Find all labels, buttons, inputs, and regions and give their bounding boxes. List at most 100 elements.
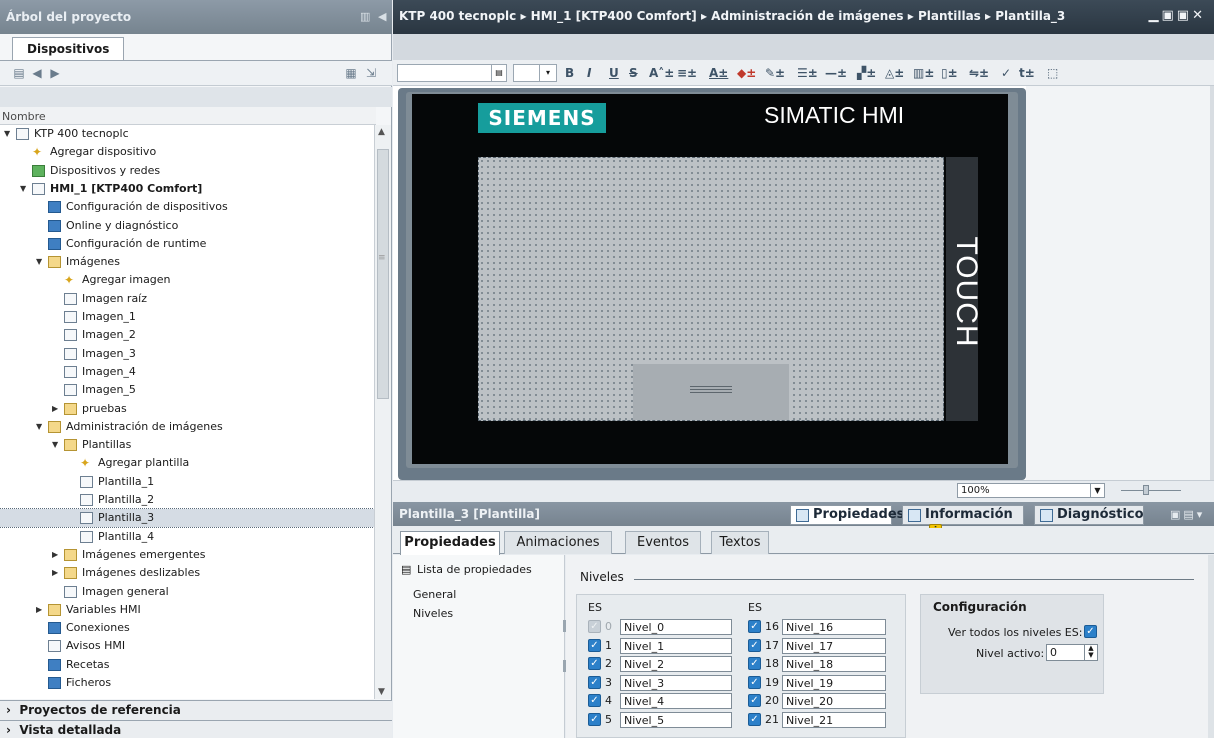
font-size-dropdown-icon[interactable]: ▾	[539, 64, 557, 82]
tree-item[interactable]: Online y diagnóstico	[0, 217, 374, 235]
collapsed-arrow-icon[interactable]: ▶	[36, 601, 42, 619]
level-checkbox[interactable]: ✓	[588, 694, 601, 708]
collapsed-arrow-icon[interactable]: ▶	[52, 400, 58, 418]
level-name-field[interactable]: Nivel_4	[620, 693, 732, 710]
back-icon[interactable]: ◀	[30, 66, 44, 80]
expanded-arrow-icon[interactable]: ▼	[36, 418, 42, 436]
tree-item[interactable]: Imagen general	[0, 583, 374, 601]
tree-item[interactable]: Dispositivos y redes	[0, 162, 374, 180]
tree-item[interactable]: ✦ Agregar dispositivo	[0, 143, 374, 161]
level-name-field[interactable]: Nivel_1	[620, 637, 732, 654]
tree-item[interactable]: ✦ Agregar imagen	[0, 271, 374, 289]
expanded-arrow-icon[interactable]: ▼	[20, 180, 26, 198]
tree-item[interactable]: Ficheros	[0, 674, 374, 692]
split-view-icon[interactable]: ▥	[360, 10, 370, 23]
underline-icon[interactable]: U	[609, 64, 619, 82]
spinner-icon[interactable]: ▲ ▼	[1084, 645, 1097, 660]
subtab-animaciones[interactable]: Animaciones	[504, 531, 612, 554]
tree-item[interactable]: Conexiones	[0, 619, 374, 637]
collapsed-arrow-icon[interactable]: ▶	[52, 546, 58, 564]
fill-color-icon[interactable]: ◆±	[737, 64, 756, 82]
tree-item[interactable]: Imagen_2	[0, 326, 374, 344]
tree-item[interactable]: Plantilla_3	[0, 508, 374, 529]
ver-todos-checkbox[interactable]: ✓	[1084, 625, 1097, 638]
tree-item[interactable]: Configuración de runtime	[0, 235, 374, 253]
level-checkbox[interactable]: ✓	[588, 657, 601, 671]
line-color-icon[interactable]: ✎±	[765, 64, 785, 82]
tree-item[interactable]: Recetas	[0, 656, 374, 674]
zoom-window-icon[interactable]: ⬚	[1047, 64, 1058, 82]
lista-propiedades-link[interactable]: Lista de propiedades	[417, 563, 532, 576]
proyectos-referencia-bar[interactable]: › Proyectos de referencia	[0, 700, 392, 720]
expanded-arrow-icon[interactable]: ▼	[36, 253, 42, 271]
tree-item[interactable]: Imagen_1	[0, 308, 374, 326]
tree-item[interactable]: ▶ pruebas	[0, 400, 374, 418]
distribute-icon[interactable]: ▥±	[913, 64, 934, 82]
zoom-select[interactable]: 100% ▼	[957, 483, 1105, 498]
tree-item[interactable]: ▼ Administración de imágenes	[0, 418, 374, 436]
tree-item[interactable]: Imagen_3	[0, 345, 374, 363]
tree-item[interactable]: Avisos HMI	[0, 637, 374, 655]
new-item-icon[interactable]: ▤	[12, 66, 26, 80]
level-name-field[interactable]: Nivel_3	[620, 674, 732, 691]
template-dock-object[interactable]	[633, 364, 789, 420]
strikethrough-icon[interactable]: S	[629, 64, 638, 82]
tree-item[interactable]: ▼ Imágenes	[0, 253, 374, 271]
chevron-down-icon[interactable]: ▼	[1090, 483, 1104, 498]
tree-item[interactable]: ▶ Imágenes deslizables	[0, 564, 374, 582]
forward-icon[interactable]: ▶	[48, 66, 62, 80]
tree-item[interactable]: Imagen_4	[0, 363, 374, 381]
tree-item[interactable]: ▶ Imágenes emergentes	[0, 546, 374, 564]
zoom-slider-track[interactable]	[1121, 490, 1181, 491]
font-color-icon[interactable]: A±	[709, 64, 728, 82]
level-checkbox[interactable]: ✓	[748, 694, 761, 708]
tree-item[interactable]: Plantilla_4	[0, 528, 374, 546]
table-view-icon[interactable]: ▦	[344, 66, 358, 80]
align-icon[interactable]: ≡±	[677, 64, 697, 82]
tree-item[interactable]: Imagen_5	[0, 381, 374, 399]
nav-niveles[interactable]: Niveles	[413, 607, 453, 620]
tree-item[interactable]: ▶ Variables HMI	[0, 601, 374, 619]
tree-item[interactable]: Imagen raíz	[0, 290, 374, 308]
collapsed-arrow-icon[interactable]: ▶	[52, 564, 58, 582]
tree-item[interactable]: ▼ Plantillas	[0, 436, 374, 454]
line-width-icon[interactable]: —±	[825, 64, 847, 82]
property-scrollbar[interactable]	[1208, 555, 1214, 738]
tab-dispositivos[interactable]: Dispositivos	[12, 37, 124, 61]
tab-informacion[interactable]: Información i	[902, 505, 1024, 537]
bold-icon[interactable]: B	[565, 64, 574, 82]
level-name-field[interactable]: Nivel_21	[782, 712, 886, 728]
tree-scrollbar[interactable]: ▲ ≡ ▼	[374, 125, 391, 699]
canvas-scrollbar[interactable]	[1210, 86, 1214, 480]
tree-item[interactable]: ▼ KTP 400 tecnoplc	[0, 125, 374, 143]
subtab-eventos[interactable]: Eventos	[625, 531, 701, 554]
scroll-up-icon[interactable]: ▲	[378, 127, 385, 137]
expanded-arrow-icon[interactable]: ▼	[4, 125, 10, 143]
export-icon[interactable]: ⇲	[364, 66, 378, 80]
level-checkbox[interactable]: ✓	[748, 675, 761, 689]
font-family-dropdown-icon[interactable]: ▤	[491, 64, 507, 82]
scroll-down-icon[interactable]: ▼	[378, 687, 385, 697]
tree-item[interactable]: Plantilla_2	[0, 491, 374, 509]
tab-propiedades-inspector[interactable]: Propiedades	[790, 505, 904, 525]
rotate-icon[interactable]: ◬±	[885, 64, 904, 82]
level-checkbox[interactable]: ✓	[748, 657, 761, 671]
inspector-window-controls[interactable]: ▣▤▾	[1170, 508, 1205, 521]
line-style-icon[interactable]: ☰±	[797, 64, 818, 82]
level-checkbox[interactable]: ✓	[588, 638, 601, 652]
tab-diagnostico[interactable]: Diagnóstico	[1034, 505, 1144, 525]
layer-order-icon[interactable]: ⇋±	[969, 64, 989, 82]
font-grow-icon[interactable]: A˄±	[649, 64, 674, 82]
expanded-arrow-icon[interactable]: ▼	[52, 436, 58, 454]
collapse-panel-icon[interactable]: ◀	[378, 10, 386, 23]
subtab-propiedades[interactable]: Propiedades	[400, 531, 500, 555]
level-name-field[interactable]: Nivel_18	[782, 656, 886, 673]
level-checkbox[interactable]: ✓	[588, 675, 601, 689]
tree-item[interactable]: Configuración de dispositivos	[0, 198, 374, 216]
level-checkbox[interactable]: ✓	[748, 620, 761, 633]
window-controls[interactable]: ▁▣▣✕	[1149, 8, 1206, 23]
level-checkbox[interactable]: ✓	[588, 713, 601, 726]
level-name-field[interactable]: Nivel_20	[782, 693, 886, 710]
same-size-icon[interactable]: ▯±	[941, 64, 958, 82]
level-name-field[interactable]: Nivel_19	[782, 674, 886, 691]
